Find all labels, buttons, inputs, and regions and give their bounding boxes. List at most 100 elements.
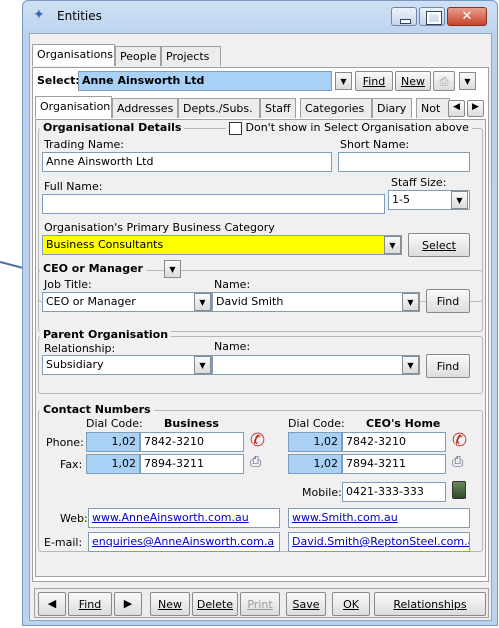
ceo-title: CEO or Manager [40,262,146,275]
business-phone-field[interactable]: 7842-3210 [140,432,244,452]
business-fax-code-field[interactable]: 1,02 [86,454,140,474]
maximize-icon [426,11,442,25]
relationship-dropdown[interactable]: ▼ [194,356,211,374]
home-web-field[interactable]: www.Smith.com.au [288,508,470,528]
tab-diary[interactable]: Diary [372,98,412,118]
business-phone-dial-icon[interactable]: ✆ [250,430,265,451]
tab-categories[interactable]: Categories [300,98,372,118]
delete-button[interactable]: Delete [192,592,238,616]
parent-name-field[interactable] [212,355,420,375]
new-organisation-button[interactable]: New [395,71,431,91]
organisations-panel: Select: Anne Ainsworth Ltd ▼ Find New ⎙ … [32,67,489,582]
short-name-label: Short Name: [340,138,410,151]
trading-name-field[interactable]: Anne Ainsworth Ltd [42,152,332,172]
ok-button[interactable]: OK [332,592,370,616]
previous-record-button[interactable]: ◀ [38,592,66,616]
printer-icon: ⎙ [439,75,449,88]
tab-addresses[interactable]: Addresses [112,98,178,118]
find-ceo-button[interactable]: Find [426,289,470,313]
relationships-button[interactable]: Relationships [374,592,486,616]
staff-size-label: Staff Size: [391,176,447,189]
category-dropdown[interactable]: ▼ [384,236,401,254]
more-options-dropdown[interactable]: ▼ [459,72,476,90]
home-fax-icon[interactable]: ⎙ [452,454,463,470]
tab-depts-subs[interactable]: Depts./Subs. [178,98,260,118]
business-fax-field[interactable]: 7894-3211 [140,454,244,474]
web-label: Web: [60,512,88,525]
select-organisation-field[interactable]: Anne Ainsworth Ltd [78,71,332,91]
relationship-field[interactable]: Subsidiary [42,355,212,375]
close-button[interactable]: ✕ [447,7,487,26]
job-title-dropdown[interactable]: ▼ [194,293,211,311]
title-bar[interactable]: ✦ Entities ✕ [23,1,497,31]
dont-show-option[interactable]: Don't show in Select Organisation above [226,121,472,135]
full-name-label: Full Name: [44,180,103,193]
organisation-tab-panel: Organisational Details Don't show in Sel… [35,119,486,577]
bottom-toolbar: ◀ Find ▶ New Delete Print Save OK Relati… [34,588,489,618]
tab-staff[interactable]: Staff [260,98,296,118]
select-organisation-dropdown[interactable]: ▼ [335,72,352,90]
close-icon: ✕ [461,9,473,24]
select-label: Select: [37,74,80,87]
tabs-scroll-right-button[interactable]: ▶ [467,100,484,117]
find-record-button[interactable]: Find [68,592,112,616]
tab-organisations[interactable]: Organisations [32,44,115,66]
new-record-button[interactable]: New [150,592,190,616]
fax-label: Fax: [60,458,83,471]
dont-show-checkbox[interactable] [229,121,242,135]
triangle-right-icon: ▶ [123,597,133,610]
home-fax-code-field[interactable]: 1,02 [288,454,342,474]
contact-title: Contact Numbers [40,403,154,416]
window-client: Organisations People Projects Select: An… [29,33,492,621]
ceo-home-label: CEO's Home [366,417,441,430]
short-name-field[interactable] [338,152,470,172]
home-phone-dial-icon[interactable]: ✆ [452,430,467,451]
category-label: Organisation's Primary Business Category [44,221,275,234]
minimize-icon [400,19,411,24]
business-email-field[interactable]: enquiries@AnneAinsworth.com.a [88,532,280,552]
entities-window: ✦ Entities ✕ Organisations People Projec… [22,0,498,626]
ceo-type-dropdown[interactable]: ▼ [164,260,181,278]
maximize-button[interactable] [419,7,445,26]
tab-projects[interactable]: Projects [161,46,221,66]
ceo-name-field[interactable]: David Smith [212,292,420,312]
business-fax-icon[interactable]: ⎙ [250,454,261,470]
job-title-label: Job Title: [44,278,92,291]
next-record-button[interactable]: ▶ [114,592,142,616]
parent-name-dropdown[interactable]: ▼ [402,356,419,374]
home-phone-field[interactable]: 7842-3210 [342,432,446,452]
mobile-field[interactable]: 0421-333-333 [342,482,446,502]
category-field[interactable]: Business Consultants [42,235,402,255]
triangle-right-icon: ▶ [472,102,479,112]
phone-label: Phone: [46,436,84,449]
full-name-field[interactable] [42,194,385,214]
email-label: E-mail: [44,536,83,549]
job-title-field[interactable]: CEO or Manager [42,292,212,312]
tab-notes[interactable]: Not [416,98,450,118]
staff-size-dropdown[interactable]: ▼ [451,191,468,209]
minimize-button[interactable] [391,7,417,26]
ceo-name-dropdown[interactable]: ▼ [402,293,419,311]
find-organisation-button[interactable]: Find [355,71,393,91]
app-icon: ✦ [33,7,45,23]
select-category-button[interactable]: Select [408,233,470,257]
home-email-field[interactable]: David.Smith@ReptonSteel.com.a [288,532,470,552]
tabs-scroll-left-button[interactable]: ◀ [448,100,465,117]
home-phone-code-field[interactable]: 1,02 [288,432,342,452]
mobile-phone-icon[interactable] [452,481,466,499]
print-button[interactable]: ⎙ [433,71,455,91]
triangle-left-icon: ◀ [47,597,57,610]
triangle-left-icon: ◀ [453,102,460,112]
home-fax-field[interactable]: 7894-3211 [342,454,446,474]
business-label: Business [164,417,219,430]
save-button[interactable]: Save [286,592,326,616]
home-dial-code-label: Dial Code: [288,417,345,430]
business-phone-code-field[interactable]: 1,02 [86,432,140,452]
business-web-field[interactable]: www.AnneAinsworth.com.au [88,508,280,528]
print-record-button[interactable]: Print [240,592,280,616]
tab-people[interactable]: People [115,46,161,66]
business-dial-code-label: Dial Code: [86,417,143,430]
top-tabs: Organisations People Projects [32,44,332,68]
find-parent-button[interactable]: Find [426,354,470,378]
tab-organisation[interactable]: Organisation [35,96,112,118]
